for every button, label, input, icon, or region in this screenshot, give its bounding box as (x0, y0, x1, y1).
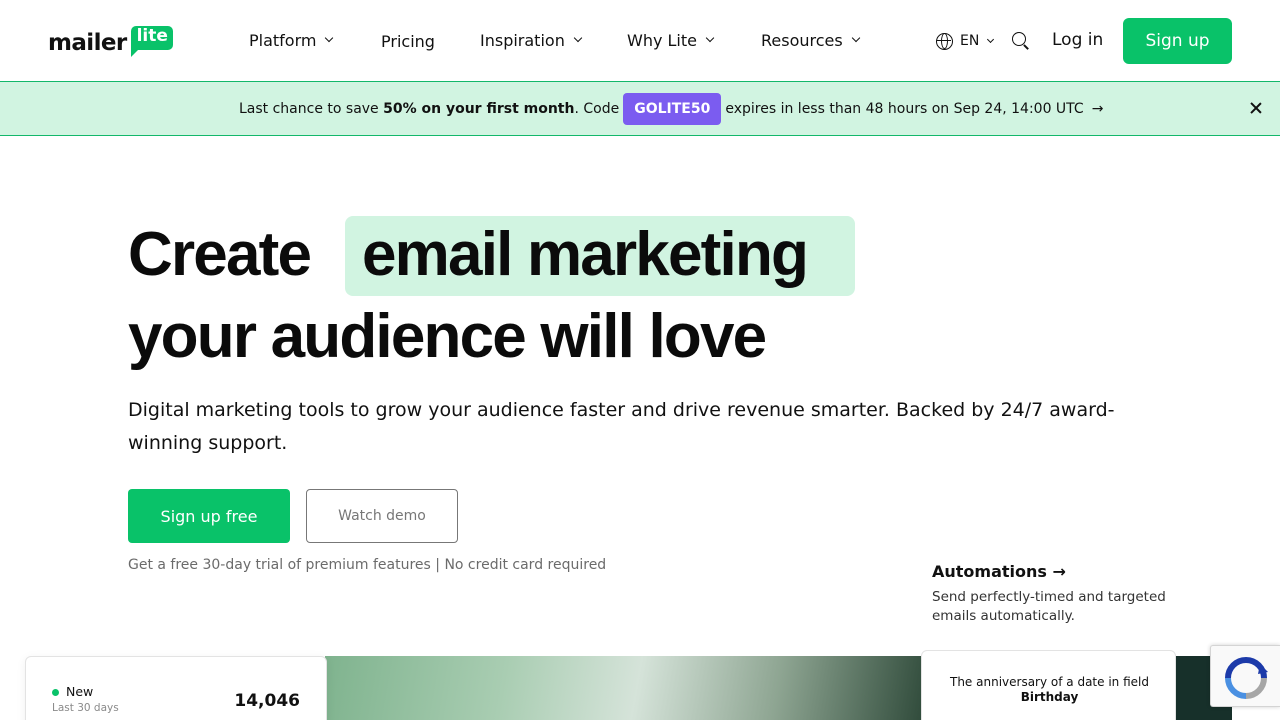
nav-inspiration-label: Inspiration (480, 30, 565, 50)
hero-title-highlight: email marketing (362, 220, 809, 289)
site-header: mailer lite Platform Pricing Inspiration… (0, 0, 1280, 82)
trigger-prefix: The anniversary of a date in field (950, 675, 1149, 689)
stats-label: New (66, 684, 94, 699)
nav-resources-label: Resources (761, 30, 843, 50)
nav-why-lite-label: Why Lite (627, 30, 697, 50)
hero-title-line-2: your audience will love (128, 302, 767, 371)
recaptcha-icon (1225, 657, 1268, 699)
logo-wordmark: mailer (48, 30, 127, 56)
promo-text-after: expires in less than 48 hours on Sep 24,… (725, 101, 1084, 117)
promo-banner: Last chance to save 50% on your first mo… (0, 82, 1280, 136)
signup-button[interactable]: Sign up (1123, 18, 1232, 64)
close-icon[interactable] (1248, 100, 1264, 116)
logo-badge: lite (130, 26, 173, 57)
promo-text-before: Last chance to save (239, 101, 384, 117)
nav-pricing[interactable]: Pricing (381, 29, 435, 53)
login-link[interactable]: Log in (1052, 30, 1103, 50)
chevron-down-icon (705, 33, 715, 43)
signup-free-button[interactable]: Sign up free (128, 489, 290, 543)
trigger-field: Birthday (1020, 690, 1079, 704)
hero-title-word: Create (128, 220, 312, 289)
mailerlite-logo[interactable]: mailer lite (48, 20, 173, 60)
status-dot (52, 689, 59, 696)
watch-demo-button[interactable]: Watch demo (306, 489, 458, 543)
hero-image (325, 656, 925, 720)
promo-discount: 50% on your first month (383, 101, 575, 117)
language-selector[interactable]: EN (936, 30, 995, 52)
automations-description: Send perfectly-timed and targeted emails… (932, 589, 1166, 624)
language-label: EN (960, 33, 980, 49)
promo-code-badge: GOLITE50 (623, 93, 722, 125)
trial-note: Get a free 30-day trial of premium featu… (128, 557, 607, 573)
trigger-text: The anniversary of a date in field Birth… (922, 675, 1177, 705)
nav-inspiration[interactable]: Inspiration (480, 28, 583, 52)
promo-banner-content[interactable]: Last chance to save 50% on your first mo… (239, 93, 1103, 125)
recaptcha-badge[interactable] (1210, 645, 1280, 707)
automation-trigger-card: The anniversary of a date in field Birth… (921, 650, 1176, 720)
automations-link[interactable]: Automations → (932, 562, 1066, 581)
chevron-down-icon (851, 33, 860, 43)
stats-period: Last 30 days (52, 702, 119, 714)
chevron-down-icon (573, 33, 583, 43)
nav-platform[interactable]: Platform (249, 28, 334, 52)
nav-why-lite[interactable]: Why Lite (627, 28, 715, 52)
nav-pricing-label: Pricing (381, 31, 435, 51)
search-icon[interactable] (1012, 32, 1030, 50)
promo-code-prefix: . Code (574, 101, 620, 117)
nav-platform-label: Platform (249, 30, 317, 50)
hero-subtitle: Digital marketing tools to grow your aud… (128, 399, 1115, 454)
chevron-down-icon (987, 35, 995, 43)
arrow-right-icon: → (1091, 101, 1104, 117)
chevron-down-icon (325, 33, 334, 43)
stats-value: 14,046 (234, 691, 300, 711)
nav-resources[interactable]: Resources (761, 28, 860, 52)
subscriber-stats-card: New Last 30 days 14,046 (25, 656, 327, 720)
globe-icon (936, 32, 953, 50)
